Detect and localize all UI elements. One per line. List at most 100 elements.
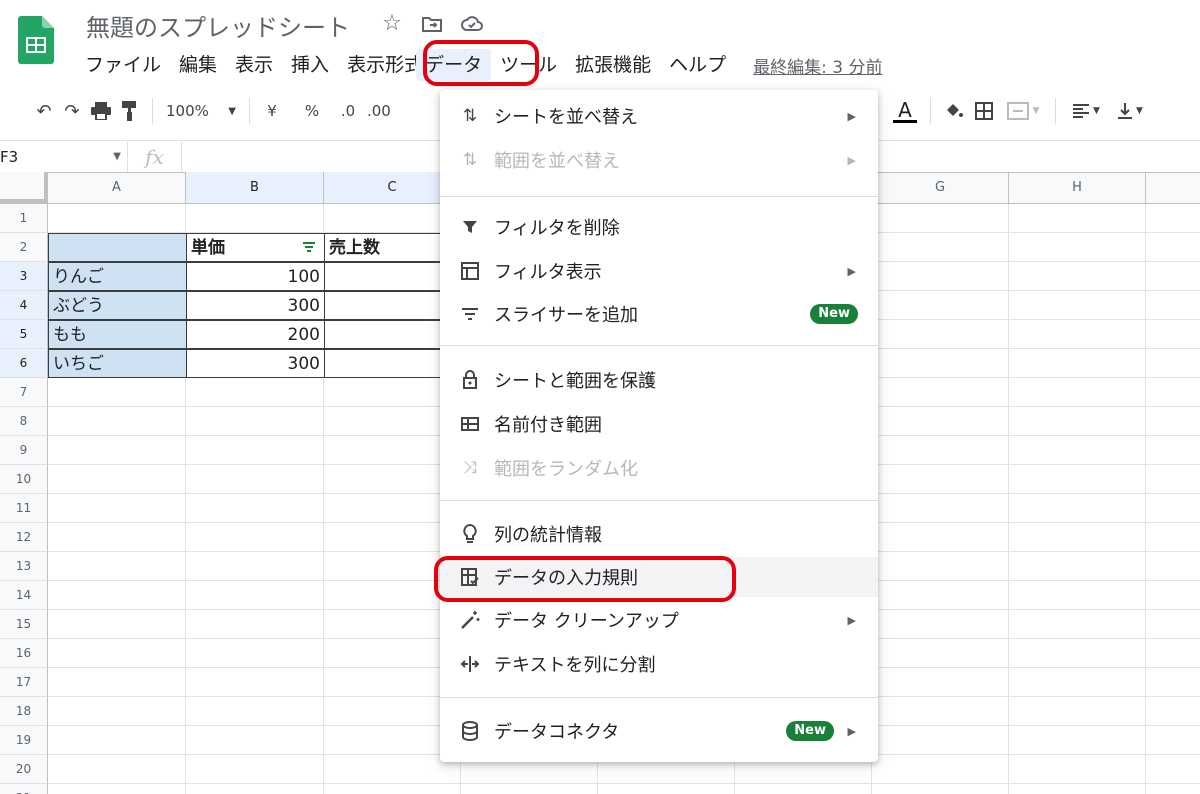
lightbulb-icon: [463, 523, 477, 543]
cell-b6[interactable]: 300: [186, 349, 325, 378]
column-header-a[interactable]: A: [48, 172, 186, 203]
row-header-14[interactable]: 14: [0, 581, 48, 610]
row-header-19[interactable]: 19: [0, 726, 48, 755]
cell-a5[interactable]: もも: [48, 320, 187, 349]
cell-b5[interactable]: 200: [186, 320, 325, 349]
row-header-12[interactable]: 12: [0, 523, 48, 552]
menu-item-add-slicer[interactable]: スライサーを追加 New: [440, 294, 878, 334]
menu-file[interactable]: ファイル: [76, 49, 170, 81]
menu-view[interactable]: 表示: [226, 49, 282, 81]
row-header-8[interactable]: 8: [0, 407, 48, 436]
cell-b4[interactable]: 300: [186, 291, 325, 320]
chevron-down-icon: ▼: [113, 151, 121, 162]
move-folder-icon[interactable]: [420, 12, 444, 36]
zoom-select[interactable]: 100% ▼: [161, 93, 241, 129]
column-header-g[interactable]: G: [872, 172, 1009, 203]
paint-format-icon[interactable]: [116, 93, 144, 129]
submenu-arrow-icon: ▶: [847, 613, 856, 627]
filter-view-icon: [461, 262, 479, 280]
slicer-icon: [462, 308, 478, 320]
row-header-21[interactable]: 21: [0, 784, 48, 794]
menu-item-data-validation[interactable]: データの入力規則: [440, 557, 878, 597]
menu-item-sort-sheet[interactable]: ⇅ シートを並べ替え ▶: [440, 96, 878, 136]
print-icon[interactable]: [86, 93, 116, 129]
row-header-16[interactable]: 16: [0, 639, 48, 668]
sheets-logo-icon[interactable]: [18, 16, 54, 64]
cell-b3[interactable]: 100: [186, 262, 325, 291]
data-menu-dropdown: ⇅ シートを並べ替え ▶ ⇅ 範囲を並べ替え ▶ フィルタを削除 フィルタ表示 …: [440, 90, 878, 762]
menu-tools[interactable]: ツール: [491, 49, 566, 81]
menu-data[interactable]: データ: [416, 49, 492, 81]
menu-edit[interactable]: 編集: [170, 49, 226, 81]
cell-a4[interactable]: ぶどう: [48, 291, 187, 320]
row-header-13[interactable]: 13: [0, 552, 48, 581]
select-all-corner[interactable]: [0, 172, 48, 203]
fill-color-icon[interactable]: [939, 93, 969, 129]
borders-icon[interactable]: [969, 93, 999, 129]
menu-insert[interactable]: 挿入: [282, 49, 338, 81]
column-header-b[interactable]: B: [186, 172, 324, 203]
row-header-17[interactable]: 17: [0, 668, 48, 697]
row-header-10[interactable]: 10: [0, 465, 48, 494]
cell-a2[interactable]: [48, 233, 187, 262]
name-box[interactable]: F3 ▼: [0, 141, 128, 172]
percent-format-button[interactable]: %: [298, 93, 326, 129]
menu-item-data-cleanup[interactable]: データ クリーンアップ ▶: [440, 600, 878, 640]
menu-item-protect-sheets[interactable]: シートと範囲を保護: [440, 360, 878, 400]
menu-help[interactable]: ヘルプ: [660, 49, 735, 81]
menu-divider: [440, 196, 878, 197]
row-header-6[interactable]: 6: [0, 349, 48, 378]
document-title[interactable]: 無題のスプレッドシート: [86, 8, 350, 43]
merge-cells-icon[interactable]: ▼: [999, 93, 1047, 129]
menu-item-randomize-range: ⤨ 範囲をランダム化: [440, 448, 878, 488]
row-header-5[interactable]: 5: [0, 320, 48, 349]
menu-item-named-ranges[interactable]: 名前付き範囲: [440, 404, 878, 444]
menu-item-remove-filter[interactable]: フィルタを削除: [440, 207, 878, 247]
horizontal-align-icon[interactable]: ▼: [1064, 93, 1108, 129]
menu-item-label: 範囲をランダム化: [494, 459, 638, 480]
row-header-7[interactable]: 7: [0, 378, 48, 407]
sort-range-icon: ⇅: [462, 150, 478, 170]
filter-active-icon[interactable]: [302, 241, 316, 253]
row-header-15[interactable]: 15: [0, 610, 48, 639]
vertical-align-icon[interactable]: ▼: [1108, 93, 1152, 129]
row-header-2[interactable]: 2: [0, 233, 48, 262]
cell-a3[interactable]: りんご: [48, 262, 187, 291]
submenu-arrow-icon: ▶: [847, 724, 856, 738]
named-range-icon: [461, 417, 479, 431]
split-icon: [460, 656, 480, 672]
decrease-decimal-button[interactable]: .0: [334, 93, 362, 129]
menu-item-filter-views[interactable]: フィルタ表示 ▶: [440, 251, 878, 291]
menu-format[interactable]: 表示形式: [338, 49, 416, 81]
text-color-icon[interactable]: A: [888, 93, 922, 129]
magic-wand-icon: [461, 611, 480, 629]
increase-decimal-button[interactable]: .00: [362, 93, 396, 129]
menu-item-label: シートを並べ替え: [494, 107, 638, 128]
menu-item-column-stats[interactable]: 列の統計情報: [440, 514, 878, 554]
row-header-1[interactable]: 1: [0, 204, 48, 233]
cloud-saved-icon[interactable]: [460, 12, 484, 36]
undo-icon[interactable]: ↶: [30, 93, 58, 129]
column-header-i[interactable]: I: [1146, 172, 1200, 203]
cell-a6[interactable]: いちご: [48, 349, 187, 378]
menu-extensions[interactable]: 拡張機能: [566, 49, 660, 81]
row-header-18[interactable]: 18: [0, 697, 48, 726]
menu-item-data-connectors[interactable]: データコネクタ New ▶: [440, 711, 878, 751]
column-header-h[interactable]: H: [1009, 172, 1146, 203]
row-header-3[interactable]: 3: [0, 262, 48, 291]
redo-icon[interactable]: ↷: [58, 93, 86, 129]
menu-item-split-text[interactable]: テキストを列に分割: [440, 644, 878, 684]
toolbar-divider: [930, 98, 931, 124]
header-sales-count: 売上数: [329, 238, 380, 258]
star-icon[interactable]: ☆: [380, 12, 404, 36]
row-header-20[interactable]: 20: [0, 755, 48, 784]
cell-b2-header[interactable]: 単価: [186, 233, 325, 262]
last-edit-link[interactable]: 最終編集: 3 分前: [753, 53, 882, 78]
row-header-4[interactable]: 4: [0, 291, 48, 320]
submenu-arrow-icon: ▶: [847, 264, 856, 278]
submenu-arrow-icon: ▶: [847, 153, 856, 167]
filter-icon: [463, 221, 477, 233]
currency-format-button[interactable]: ¥: [258, 93, 286, 129]
row-header-11[interactable]: 11: [0, 494, 48, 523]
row-header-9[interactable]: 9: [0, 436, 48, 465]
